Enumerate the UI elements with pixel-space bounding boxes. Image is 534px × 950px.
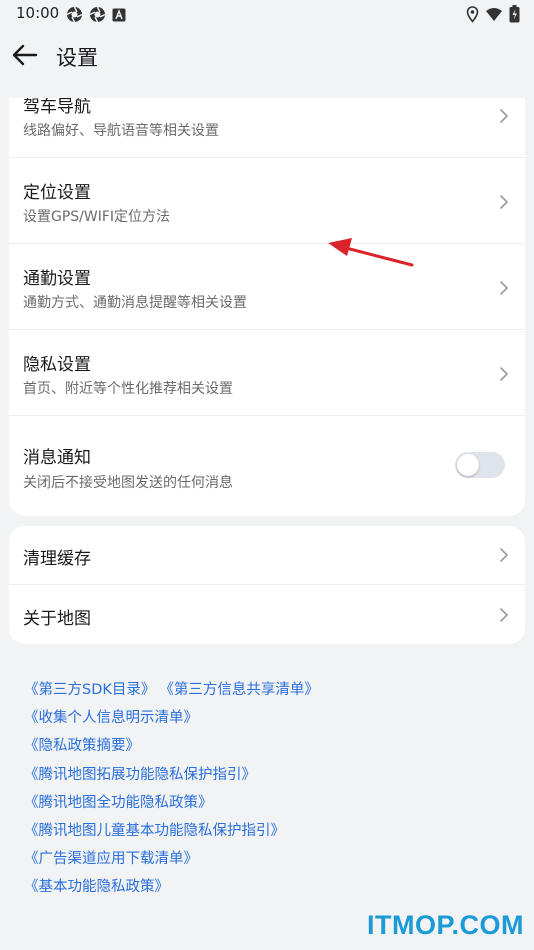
link-third-party-sdk-list[interactable]: 《第三方SDK目录》 bbox=[24, 676, 155, 704]
setting-item-notification: 消息通知 关闭后不接受地图发送的任何消息 bbox=[9, 416, 525, 516]
notification-a-icon bbox=[112, 7, 126, 26]
page-title: 设置 bbox=[56, 46, 98, 70]
location-icon bbox=[466, 5, 479, 27]
link-personal-info-collection-list[interactable]: 《收集个人信息明示清单》 bbox=[24, 704, 319, 732]
notification-toggle[interactable] bbox=[455, 452, 505, 478]
setting-item-subtitle: 线路偏好、导航语音等相关设置 bbox=[23, 123, 219, 139]
chevron-right-icon bbox=[500, 109, 509, 123]
setting-item-clear-cache[interactable]: 清理缓存 bbox=[9, 526, 525, 584]
aperture-icon bbox=[89, 6, 106, 27]
setting-item-title: 隐私设置 bbox=[23, 355, 91, 375]
status-bar: 10:00 bbox=[0, 0, 534, 28]
link-basic-features-privacy[interactable]: 《基本功能隐私政策》 bbox=[24, 873, 319, 901]
setting-item-about-map[interactable]: 关于地图 bbox=[9, 585, 525, 644]
chevron-right-icon bbox=[500, 281, 509, 295]
setting-item-privacy[interactable]: 隐私设置 首页、附近等个性化推荐相关设置 bbox=[9, 330, 525, 416]
link-third-party-sharing-list[interactable]: 《第三方信息共享清单》 bbox=[159, 676, 319, 704]
link-children-privacy[interactable]: 《腾讯地图儿童基本功能隐私保护指引》 bbox=[24, 817, 319, 845]
app-bar: 设置 bbox=[0, 28, 534, 84]
chevron-right-icon bbox=[500, 195, 509, 209]
aperture-icon bbox=[66, 6, 83, 27]
back-arrow-icon[interactable] bbox=[10, 40, 40, 70]
back-button[interactable] bbox=[10, 40, 40, 70]
setting-item-subtitle: 通勤方式、通勤消息提醒等相关设置 bbox=[23, 295, 247, 311]
link-extended-features-privacy[interactable]: 《腾讯地图拓展功能隐私保护指引》 bbox=[24, 761, 319, 789]
link-ad-channel-download-list[interactable]: 《广告渠道应用下载清单》 bbox=[24, 845, 319, 873]
battery-icon bbox=[509, 5, 520, 27]
setting-item-commute[interactable]: 通勤设置 通勤方式、通勤消息提醒等相关设置 bbox=[9, 244, 525, 330]
setting-item-title: 消息通知 bbox=[23, 448, 91, 468]
setting-item-title: 定位设置 bbox=[23, 183, 91, 203]
status-time: 10:00 bbox=[16, 4, 60, 22]
status-left-icons bbox=[66, 6, 126, 27]
setting-item-subtitle: 首页、附近等个性化推荐相关设置 bbox=[23, 381, 233, 397]
chevron-right-icon bbox=[500, 367, 509, 381]
wifi-icon bbox=[485, 7, 503, 26]
setting-item-subtitle: 关闭后不接受地图发送的任何消息 bbox=[23, 475, 233, 491]
setting-item-location[interactable]: 定位设置 设置GPS/WIFI定位方法 bbox=[9, 158, 525, 244]
watermark: ITMOP.COM bbox=[366, 910, 524, 940]
setting-item-title: 通勤设置 bbox=[23, 269, 91, 289]
setting-item-title: 清理缓存 bbox=[23, 549, 91, 569]
setting-item-title: 关于地图 bbox=[23, 609, 91, 629]
link-privacy-summary[interactable]: 《隐私政策摘要》 bbox=[24, 732, 319, 760]
settings-card: 驾车导航 线路偏好、导航语音等相关设置 定位设置 设置GPS/WIFI定位方法 … bbox=[9, 98, 525, 516]
chevron-right-icon bbox=[500, 608, 509, 622]
setting-item-subtitle: 设置GPS/WIFI定位方法 bbox=[23, 209, 171, 225]
setting-item-title: 驾车导航 bbox=[23, 98, 91, 117]
link-row: 《第三方SDK目录》 《第三方信息共享清单》 bbox=[24, 676, 319, 704]
chevron-right-icon bbox=[500, 548, 509, 562]
status-right-icons bbox=[466, 5, 520, 27]
misc-card: 清理缓存 关于地图 bbox=[9, 526, 525, 644]
link-full-features-privacy[interactable]: 《腾讯地图全功能隐私政策》 bbox=[24, 789, 319, 817]
policy-links: 《第三方SDK目录》 《第三方信息共享清单》 《收集个人信息明示清单》 《隐私政… bbox=[24, 676, 319, 902]
setting-item-driving-navigation[interactable]: 驾车导航 线路偏好、导航语音等相关设置 bbox=[9, 98, 525, 158]
toggle-knob bbox=[457, 454, 479, 476]
